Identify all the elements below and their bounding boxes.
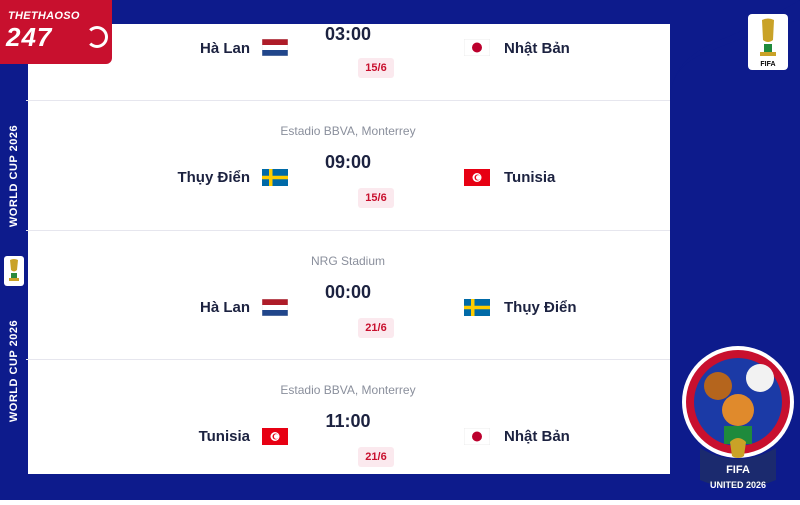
- match-row[interactable]: Estadio BBVA, Monterrey 11:00 Tunisia Nh…: [26, 377, 670, 505]
- site-logo[interactable]: THETHAOSO 247: [0, 0, 112, 64]
- match-date: 15/6: [358, 58, 394, 78]
- badge-united-text: UNITED 2026: [710, 480, 766, 490]
- match-venue: Estadio BBVA, Monterrey: [280, 383, 416, 397]
- match-row[interactable]: NRG Stadium 00:00 Hà Lan Thụy Điển 21/6: [26, 248, 670, 376]
- home-team: Tunisia: [198, 428, 250, 445]
- japan-flag-icon: [464, 39, 490, 56]
- home-team: Hà Lan: [199, 40, 250, 57]
- sweden-flag-icon: [262, 169, 288, 186]
- match-time: 11:00: [325, 411, 371, 431]
- netherlands-flag-icon: [262, 39, 288, 56]
- away-team: Tunisia: [504, 169, 556, 186]
- match-date: 15/6: [358, 188, 394, 208]
- vertical-title: WORLD CUP 2026: [8, 124, 20, 228]
- match-date: 21/6: [358, 318, 394, 338]
- match-row[interactable]: Estadio BBVA, Monterrey 09:00 Thụy Điển …: [26, 118, 670, 246]
- match-time: 03:00: [324, 24, 372, 44]
- away-team: Nhật Bản: [504, 428, 570, 445]
- sweden-flag-icon: [464, 299, 490, 316]
- match-venue: NRG Stadium: [310, 254, 386, 268]
- vertical-title-2: WORLD CUP 2026: [8, 319, 20, 423]
- left-strip: WORLD CUP 2026 WORLD CUP 2026: [0, 0, 28, 500]
- away-team: Nhật Bản: [504, 40, 570, 57]
- logo-text-top: THETHAOSO: [8, 10, 80, 22]
- tunisia-flag-icon: [464, 169, 490, 186]
- logo-swoosh-icon: [86, 26, 108, 48]
- row-divider: [26, 230, 670, 231]
- home-team: Thụy Điển: [177, 169, 250, 186]
- match-venue: Estadio BBVA, Monterrey: [280, 124, 416, 138]
- away-team: Thụy Điển: [504, 299, 577, 316]
- row-divider: [26, 359, 670, 360]
- mascot-badge-icon: FIFA UNITED 2026: [682, 346, 794, 490]
- wc-logo-text: FIFA: [760, 61, 775, 68]
- trophy-icon: [4, 256, 24, 286]
- world-cup-logo-icon: FIFA: [748, 14, 788, 70]
- netherlands-flag-icon: [262, 299, 288, 316]
- logo-text-number: 247: [6, 22, 53, 52]
- match-date: 21/6: [358, 447, 394, 467]
- badge-fifa-text: FIFA: [726, 464, 750, 476]
- japan-flag-icon: [464, 428, 490, 445]
- tunisia-flag-icon: [262, 428, 288, 445]
- match-time: 09:00: [324, 152, 372, 172]
- home-team: Hà Lan: [199, 299, 250, 316]
- row-divider: [26, 100, 670, 101]
